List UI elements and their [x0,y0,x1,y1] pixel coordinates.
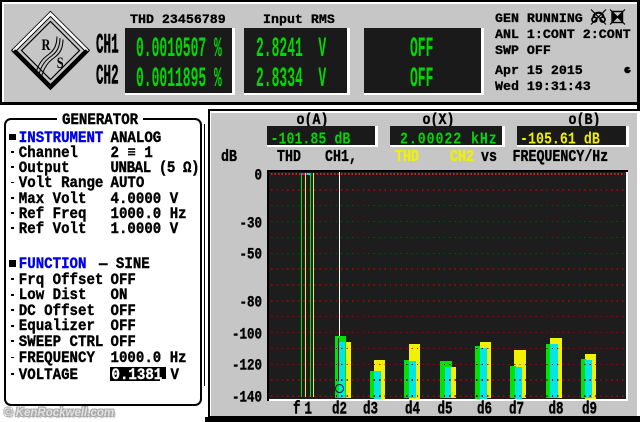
svg-text:S: S [57,55,64,73]
svg-text:R: R [42,37,52,55]
